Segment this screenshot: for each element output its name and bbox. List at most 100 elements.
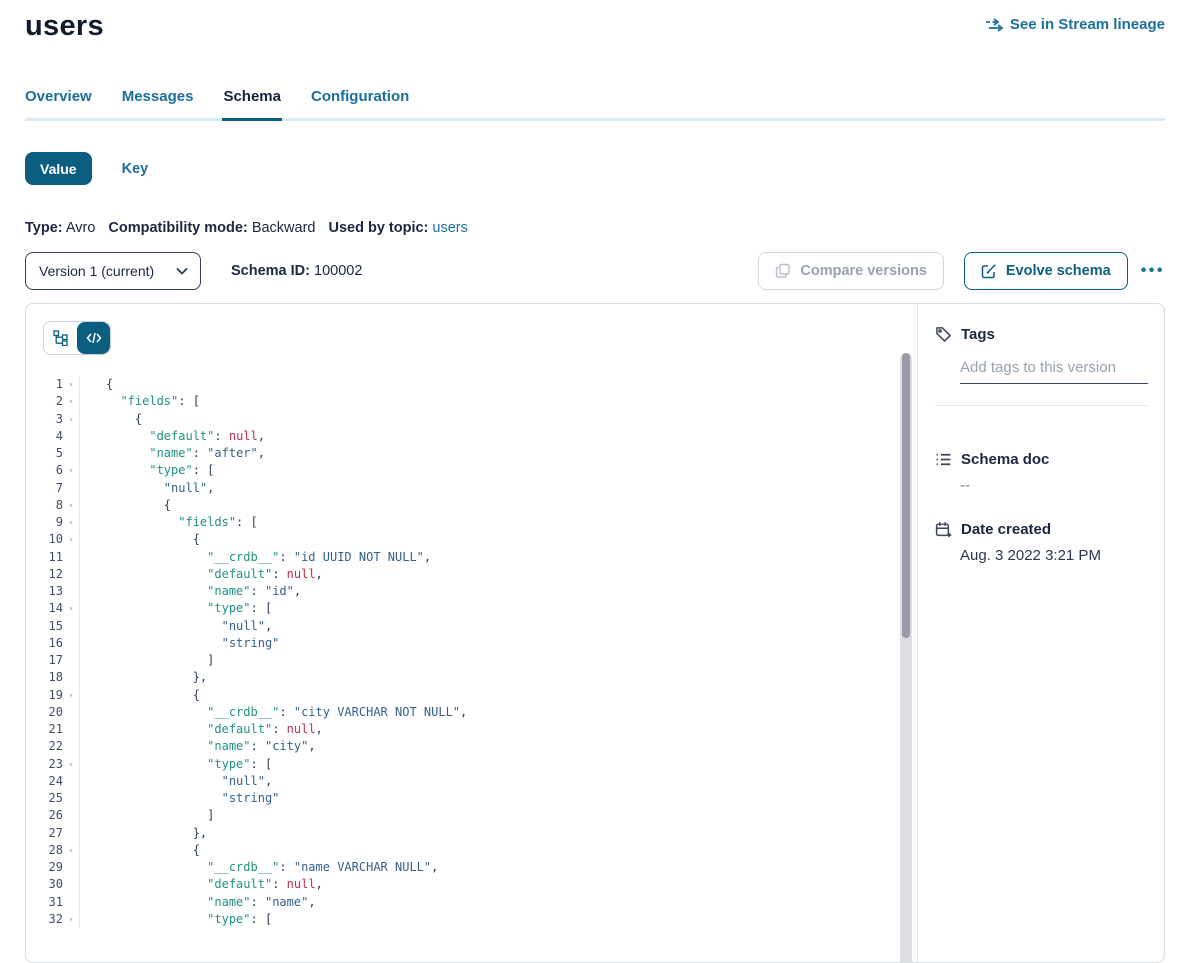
code-line: 15 "null",: [43, 618, 917, 635]
key-toggle-button[interactable]: Key: [116, 160, 155, 178]
line-number: 21: [43, 721, 63, 738]
line-number: 4: [43, 428, 63, 445]
line-number: 29: [43, 859, 63, 876]
fold-spacer: [63, 859, 79, 876]
schema-sidebar: Tags Schema doc --: [917, 304, 1164, 962]
code-text: "null",: [79, 773, 917, 790]
code-text: "string": [79, 790, 917, 807]
compare-versions-button[interactable]: Compare versions: [758, 252, 944, 290]
fold-toggle-icon[interactable]: ▾: [63, 531, 79, 548]
fold-toggle-icon[interactable]: ▾: [63, 756, 79, 773]
code-text: {: [79, 376, 917, 393]
doc-list-icon: [935, 451, 952, 468]
editor-scrollbar-thumb[interactable]: [902, 353, 910, 638]
schema-id-value: 100002: [314, 263, 362, 279]
edit-schema-icon: [981, 263, 997, 279]
code-text: "name": "name",: [79, 894, 917, 911]
code-text: "null",: [79, 480, 917, 497]
code-line: 16 "string": [43, 635, 917, 652]
evolve-schema-button[interactable]: Evolve schema: [964, 252, 1128, 290]
fold-toggle-icon[interactable]: ▾: [63, 462, 79, 479]
fold-toggle-icon[interactable]: ▾: [63, 376, 79, 393]
fold-spacer: [63, 876, 79, 893]
fold-spacer: [63, 428, 79, 445]
schema-panel: 1▾{2▾ "fields": [3▾ {4 "default": null,5…: [25, 303, 1165, 963]
fold-spacer: [63, 583, 79, 600]
more-actions-button[interactable]: •••: [1141, 259, 1165, 283]
line-number: 20: [43, 704, 63, 721]
fold-spacer: [63, 549, 79, 566]
code-text: "fields": [: [79, 393, 917, 410]
line-number: 12: [43, 566, 63, 583]
code-text: },: [79, 669, 917, 686]
line-number: 10: [43, 531, 63, 548]
schema-id: Schema ID: 100002: [231, 263, 362, 279]
evolve-schema-label: Evolve schema: [1006, 263, 1111, 279]
fold-toggle-icon[interactable]: ▾: [63, 411, 79, 428]
code-text: "name": "city",: [79, 738, 917, 755]
code-text: "null",: [79, 618, 917, 635]
fold-spacer: [63, 669, 79, 686]
code-line: 17 ]: [43, 652, 917, 669]
topic-link[interactable]: users: [432, 220, 467, 236]
fold-toggle-icon[interactable]: ▾: [63, 911, 79, 928]
code-line: 10▾ {: [43, 531, 917, 548]
code-view-button[interactable]: [77, 322, 110, 354]
line-number: 5: [43, 445, 63, 462]
date-created-heading: Date created: [961, 521, 1051, 538]
line-number: 15: [43, 618, 63, 635]
version-select[interactable]: Version 1 (current): [25, 252, 201, 290]
code-text: "string": [79, 635, 917, 652]
see-in-stream-lineage-link[interactable]: See in Stream lineage: [985, 16, 1165, 33]
code-line: 4 "default": null,: [43, 428, 917, 445]
topic-label: Used by topic:: [328, 220, 428, 236]
fold-spacer: [63, 825, 79, 842]
schema-meta-row: Type: Avro Compatibility mode: Backward …: [25, 220, 1165, 236]
fold-toggle-icon[interactable]: ▾: [63, 393, 79, 410]
tree-view-button[interactable]: [44, 322, 77, 354]
schema-doc-header: Schema doc: [935, 451, 1148, 468]
code-editor-lines: 1▾{2▾ "fields": [3▾ {4 "default": null,5…: [43, 376, 917, 928]
code-text: "__crdb__": "id UUID NOT NULL",: [79, 549, 917, 566]
code-line: 3▾ {: [43, 411, 917, 428]
tab-messages[interactable]: Messages: [122, 88, 194, 118]
tags-heading: Tags: [961, 326, 995, 343]
tab-schema[interactable]: Schema: [223, 88, 281, 118]
add-tags-input[interactable]: [960, 359, 1148, 384]
tags-section: Tags: [935, 326, 1148, 406]
fold-toggle-icon[interactable]: ▾: [63, 497, 79, 514]
line-number: 2: [43, 393, 63, 410]
line-number: 25: [43, 790, 63, 807]
line-number: 27: [43, 825, 63, 842]
compare-versions-icon: [775, 263, 791, 279]
code-text: "default": null,: [79, 566, 917, 583]
tab-bar: Overview Messages Schema Configuration: [25, 88, 1165, 118]
fold-toggle-icon[interactable]: ▾: [63, 600, 79, 617]
line-number: 6: [43, 462, 63, 479]
fold-spacer: [63, 652, 79, 669]
fold-toggle-icon[interactable]: ▾: [63, 514, 79, 531]
code-text: ]: [79, 652, 917, 669]
line-number: 13: [43, 583, 63, 600]
chevron-down-icon: [176, 267, 188, 275]
version-toolbar: Version 1 (current) Schema ID: 100002 Co…: [25, 252, 1165, 290]
line-number: 9: [43, 514, 63, 531]
tab-overview[interactable]: Overview: [25, 88, 92, 118]
code-line: 6▾ "type": [: [43, 462, 917, 479]
code-line: 5 "name": "after",: [43, 445, 917, 462]
used-by-topic: Used by topic: users: [328, 220, 467, 236]
value-key-toggle: Value Key: [25, 152, 1165, 185]
code-text: "type": [: [79, 911, 917, 928]
tab-configuration[interactable]: Configuration: [311, 88, 409, 118]
code-line: 14▾ "type": [: [43, 600, 917, 617]
code-text: },: [79, 825, 917, 842]
editor-scrollbar[interactable]: [900, 353, 912, 962]
fold-toggle-icon[interactable]: ▾: [63, 687, 79, 704]
value-toggle-button[interactable]: Value: [25, 152, 92, 185]
code-text: "type": [: [79, 600, 917, 617]
fold-spacer: [63, 445, 79, 462]
sidebar-divider: [935, 405, 1148, 406]
compatibility-label: Compatibility mode:: [108, 220, 247, 236]
code-line: 13 "name": "id",: [43, 583, 917, 600]
fold-toggle-icon[interactable]: ▾: [63, 842, 79, 859]
